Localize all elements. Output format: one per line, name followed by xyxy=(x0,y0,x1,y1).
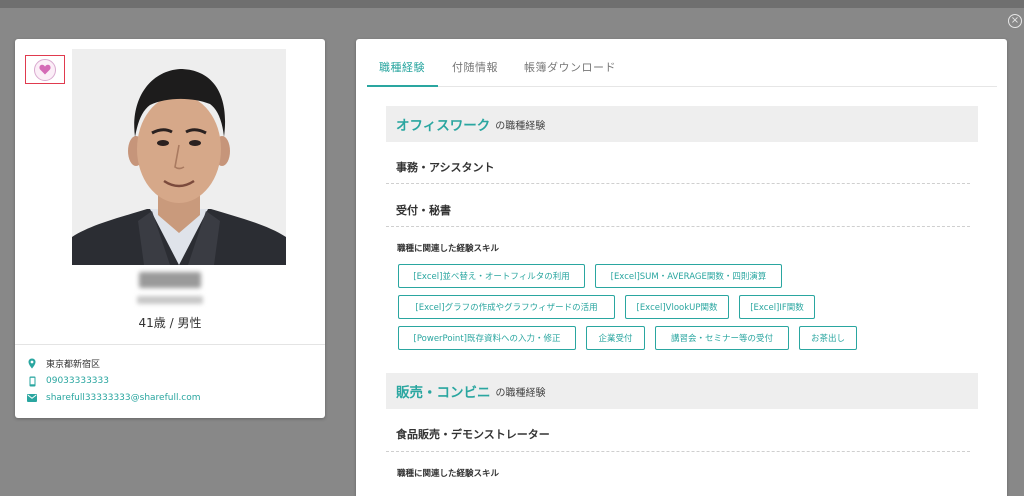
location-pin-icon xyxy=(27,357,37,369)
overlay-top-bar xyxy=(0,0,1024,8)
phone-row[interactable]: 09033333333 xyxy=(27,374,109,388)
skill-chip: [PowerPoint]既存資料への入力・修正 xyxy=(398,326,576,350)
email-link[interactable]: sharefull33333333@sharefull.com xyxy=(46,393,201,403)
active-tab-indicator xyxy=(367,85,438,87)
name-blurred xyxy=(139,272,201,288)
skill-chip: 企業受付 xyxy=(586,326,645,350)
skill-chip: [Excel]グラフの作成やグラフウィザードの活用 xyxy=(398,295,615,319)
dashed-divider xyxy=(386,183,970,184)
skill-chip: 講習会・セミナー等の受付 xyxy=(655,326,789,350)
mail-icon xyxy=(27,392,37,404)
skill-chip: [Excel]並べ替え・オートフィルタの利用 xyxy=(398,264,585,288)
tab-job-experience[interactable]: 職種経験 xyxy=(379,59,425,75)
location-text: 東京都新宿区 xyxy=(46,359,101,370)
phone-icon xyxy=(27,375,37,387)
favorite-button[interactable] xyxy=(25,55,65,84)
profile-photo xyxy=(72,49,286,265)
main-panel: 職種経験 付随情報 帳簿ダウンロード オフィスワーク の職種経験 事務・アシスタ… xyxy=(356,39,1007,496)
tab-bar: 職種経験 付随情報 帳簿ダウンロード xyxy=(367,51,997,87)
section-suffix: の職種経験 xyxy=(495,387,546,399)
skill-chip: [Excel]VlookUP関数 xyxy=(625,295,729,319)
age-gender: 41歳 / 男性 xyxy=(138,316,202,330)
section-suffix: の職種経験 xyxy=(495,120,546,132)
tab-additional-info[interactable]: 付随情報 xyxy=(452,59,498,75)
skills-label: 職種に関連した経験スキル xyxy=(397,469,500,479)
close-icon[interactable]: × xyxy=(1008,14,1022,28)
skills-label: 職種に関連した経験スキル xyxy=(397,244,500,254)
phone-link[interactable]: 09033333333 xyxy=(46,376,109,386)
skill-chip: [Excel]SUM・AVERAGE関数・四則演算 xyxy=(595,264,782,288)
skill-chips: [Excel]並べ替え・オートフィルタの利用 [Excel]SUM・AVERAG… xyxy=(398,264,958,357)
divider xyxy=(15,344,325,345)
profile-card: 41歳 / 男性 東京都新宿区 09033333333 sharefull333… xyxy=(15,39,325,418)
section-category: 販売・コンビニ xyxy=(396,385,491,401)
location-row: 東京都新宿区 xyxy=(27,356,100,370)
job-title: 事務・アシスタント xyxy=(396,161,495,174)
heart-icon xyxy=(34,58,56,81)
section-header-office-work: オフィスワーク の職種経験 xyxy=(386,106,978,142)
tab-ledger-download[interactable]: 帳簿ダウンロード xyxy=(524,59,616,75)
dashed-divider xyxy=(386,451,970,452)
job-title: 食品販売・デモンストレーター xyxy=(396,428,550,441)
job-title: 受付・秘書 xyxy=(396,204,451,217)
section-category: オフィスワーク xyxy=(396,118,491,134)
email-row[interactable]: sharefull33333333@sharefull.com xyxy=(27,391,201,405)
skill-chip: [Excel]IF関数 xyxy=(739,295,815,319)
name-kana-blurred xyxy=(137,296,203,304)
section-header-sales-convenience: 販売・コンビニ の職種経験 xyxy=(386,373,978,409)
dashed-divider xyxy=(386,226,970,227)
skill-chip: お茶出し xyxy=(799,326,857,350)
